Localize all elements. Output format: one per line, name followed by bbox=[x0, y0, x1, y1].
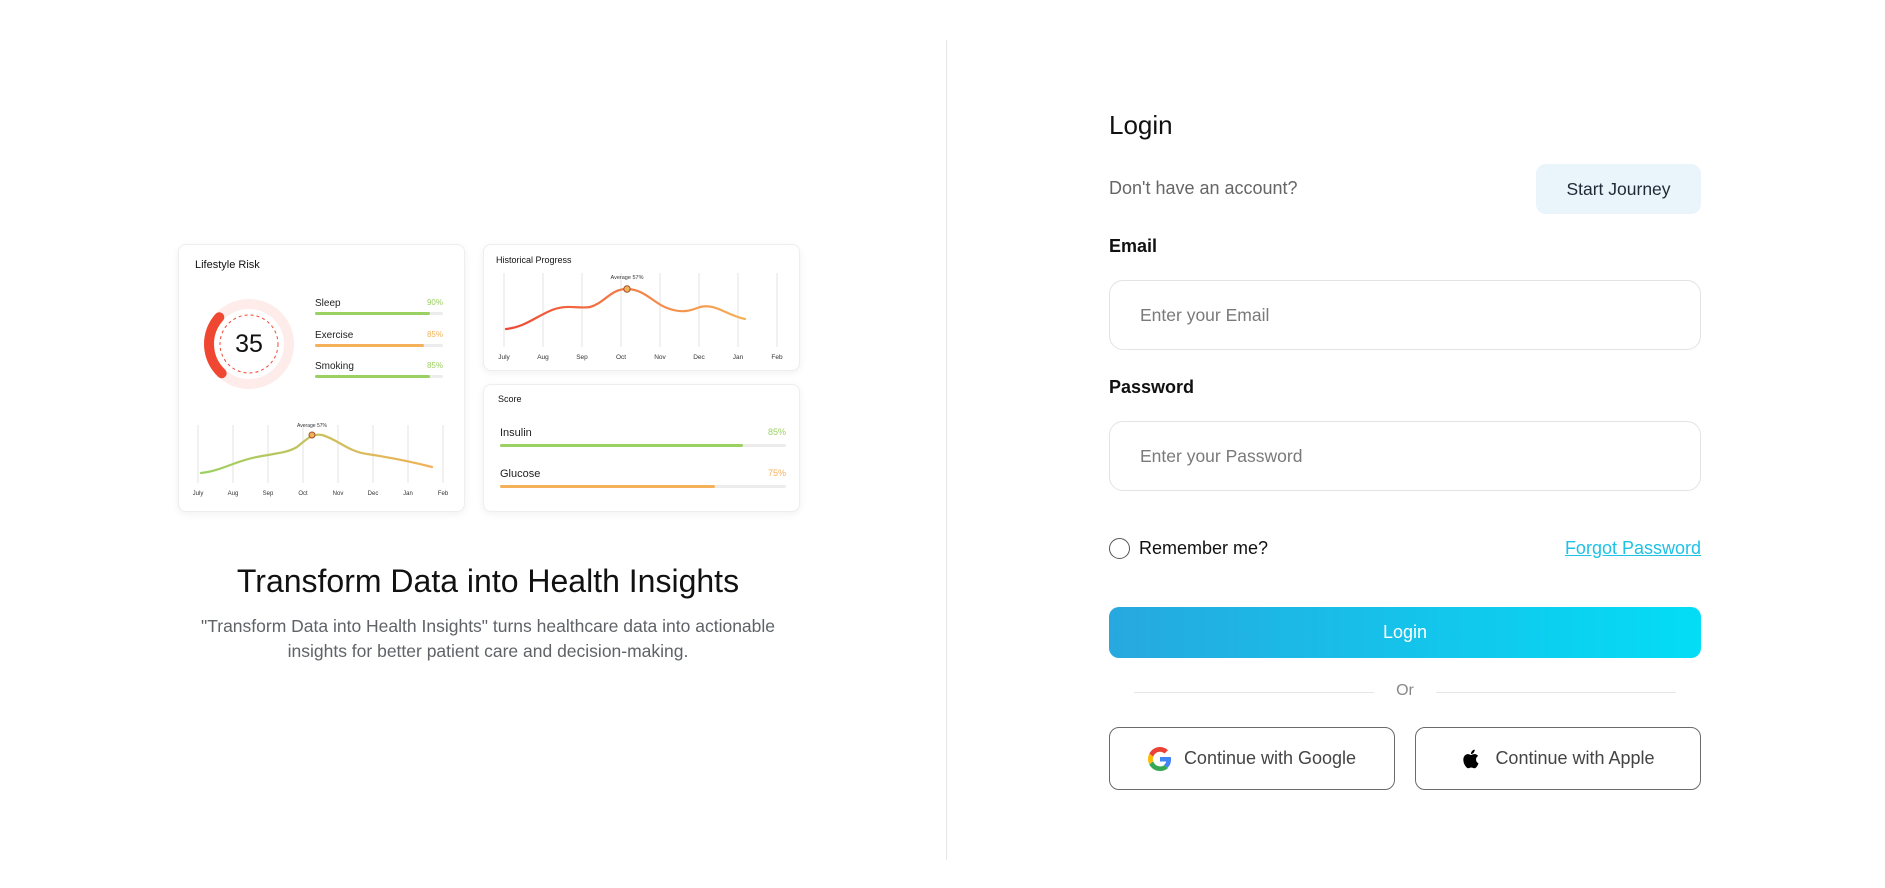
hero-description: "Transform Data into Health Insights" tu… bbox=[200, 616, 776, 661]
metric-exercise-bar bbox=[315, 344, 424, 347]
remember-me-label[interactable]: Remember me? bbox=[1139, 538, 1268, 559]
forgot-password-link[interactable]: Forgot Password bbox=[1565, 538, 1701, 559]
lifestyle-month-0: July bbox=[193, 491, 204, 497]
historical-month-5: Dec bbox=[693, 354, 705, 361]
historical-month-3: Oct bbox=[616, 354, 626, 361]
historical-month-4: Nov bbox=[654, 354, 666, 361]
historical-month-6: Jan bbox=[733, 354, 744, 361]
lifestyle-month-1: Aug bbox=[228, 491, 239, 497]
metric-smoking: Smoking 85% bbox=[315, 361, 443, 378]
google-login-button[interactable]: Continue with Google bbox=[1109, 727, 1395, 790]
score-card: Score Insulin 85% Glucose 75% bbox=[483, 384, 800, 512]
historical-month-2: Sep bbox=[576, 354, 588, 361]
score-title: Score bbox=[498, 394, 522, 404]
login-title: Login bbox=[1109, 110, 1173, 140]
metric-smoking-bar bbox=[315, 375, 431, 378]
lifestyle-month-4: Nov bbox=[333, 491, 344, 497]
lifestyle-risk-title: Lifestyle Risk bbox=[195, 259, 260, 271]
lifestyle-month-6: Jan bbox=[403, 491, 413, 497]
password-label: Password bbox=[1109, 377, 1195, 397]
historical-chart-label: Average 57% bbox=[611, 275, 644, 281]
lifestyle-risk-card: Lifestyle Risk 35 Sleep 90% Exercise 85%… bbox=[178, 244, 465, 512]
metric-sleep: Sleep 90% bbox=[315, 298, 443, 315]
showcase-panel: Lifestyle Risk 35 Sleep 90% Exercise 85%… bbox=[0, 0, 946, 888]
historical-progress-card: Historical Progress Average 57% July Aug bbox=[483, 244, 800, 371]
lifestyle-month-2: Sep bbox=[263, 491, 274, 497]
apple-login-label: Continue with Apple bbox=[1495, 748, 1655, 768]
remember-me-radio[interactable] bbox=[1109, 538, 1130, 559]
or-text: Or bbox=[1396, 682, 1414, 699]
lifestyle-trend-marker bbox=[308, 431, 316, 439]
apple-icon bbox=[1463, 749, 1479, 768]
score-glucose: Glucose 75% bbox=[500, 468, 786, 488]
metric-sleep-bar bbox=[315, 312, 431, 315]
panel-divider bbox=[946, 40, 947, 860]
hero-title: Transform Data into Health Insights bbox=[236, 563, 740, 599]
historical-month-1: Aug bbox=[537, 354, 549, 361]
email-label: Email bbox=[1109, 236, 1158, 256]
no-account-text: Don't have an account? bbox=[1109, 178, 1298, 198]
google-login-label: Continue with Google bbox=[1183, 748, 1357, 768]
start-journey-button[interactable]: Start Journey bbox=[1536, 164, 1701, 214]
historical-month-7: Feb bbox=[771, 354, 783, 361]
historical-month-0: July bbox=[498, 354, 510, 361]
login-button[interactable]: Login bbox=[1109, 607, 1701, 658]
google-icon bbox=[1147, 746, 1171, 771]
password-input[interactable] bbox=[1109, 421, 1701, 491]
apple-login-button[interactable]: Continue with Apple bbox=[1415, 727, 1701, 790]
historical-trend-marker bbox=[623, 285, 631, 293]
score-glucose-bar bbox=[500, 485, 715, 488]
historical-progress-title: Historical Progress bbox=[496, 255, 572, 265]
lifestyle-trend-line bbox=[199, 433, 434, 475]
lifestyle-trend-chart: Average 57% July Aug Sep Oct Nov Dec Jan… bbox=[193, 423, 449, 497]
lifestyle-month-5: Dec bbox=[368, 491, 379, 497]
lifestyle-month-7: Feb bbox=[438, 491, 449, 497]
lifestyle-chart-label: Average 57% bbox=[297, 423, 327, 429]
lifestyle-month-3: Oct bbox=[298, 491, 308, 497]
score-insulin-bar bbox=[500, 444, 744, 447]
score-insulin: Insulin 85% bbox=[500, 427, 786, 447]
metric-exercise: Exercise 85% bbox=[315, 330, 443, 347]
risk-score: 35 bbox=[235, 330, 263, 358]
login-form: Login Don't have an account? Start Journ… bbox=[1109, 0, 1701, 888]
historical-trend-line bbox=[504, 287, 747, 331]
email-input[interactable] bbox=[1109, 280, 1701, 350]
historical-trend-chart: Average 57% July Aug Sep Oct Nov Dec Jan… bbox=[498, 273, 783, 361]
